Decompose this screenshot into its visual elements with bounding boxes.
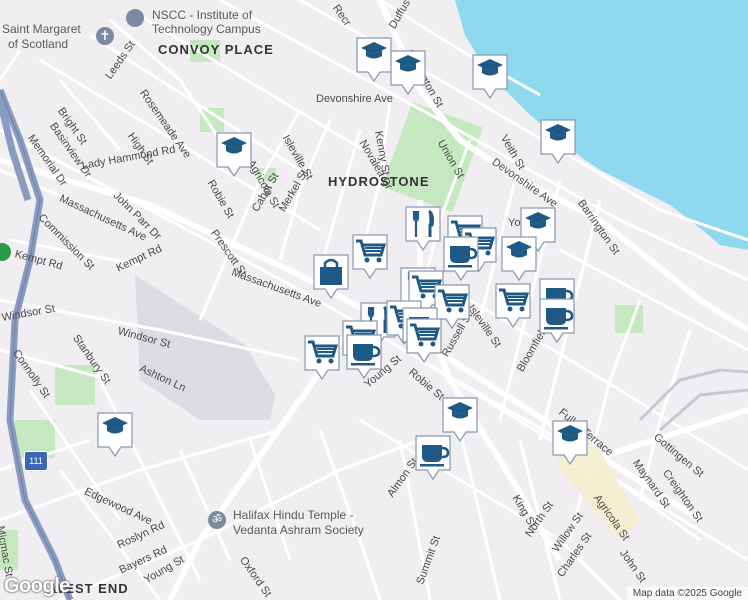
poi-label[interactable]: Saint Margaret <box>2 22 81 36</box>
map-marker[interactable] <box>470 52 510 100</box>
map-marker[interactable] <box>95 410 135 458</box>
map-canvas[interactable]: 111 CONVOY PLACE HYDROSTONE WEST END NSC… <box>0 0 748 600</box>
map-marker[interactable] <box>537 296 577 344</box>
map-marker[interactable] <box>404 316 444 364</box>
map-marker[interactable] <box>493 281 533 329</box>
poi-label[interactable]: Technology Campus <box>152 22 261 36</box>
street-label: Devonshire Ave <box>316 93 393 105</box>
poi-label[interactable]: of Scotland <box>8 37 68 51</box>
map-marker[interactable] <box>344 332 384 380</box>
highway-shield: 111 <box>24 451 48 471</box>
poi-label[interactable]: NSCC - Institute of <box>152 8 252 22</box>
church-icon: ✝ <box>96 27 114 45</box>
om-temple-icon: ॐ <box>208 511 226 529</box>
map-attribution[interactable]: Map data ©2025 Google <box>626 587 748 600</box>
map-marker[interactable] <box>388 48 428 96</box>
map-marker[interactable] <box>413 433 453 481</box>
district-label: CONVOY PLACE <box>158 42 274 57</box>
highway-111 <box>0 88 74 600</box>
map-marker[interactable] <box>311 252 351 300</box>
poi-label[interactable]: Halifax Hindu Temple - <box>233 508 354 522</box>
google-logo: Google <box>4 575 70 597</box>
map-badge <box>0 243 11 261</box>
highway-shield-label: 111 <box>29 456 43 466</box>
map-marker[interactable] <box>441 234 481 282</box>
map-marker[interactable] <box>550 418 590 466</box>
park-area <box>381 102 484 213</box>
map-marker[interactable] <box>350 232 390 280</box>
poi-label[interactable]: Vedanta Ashram Society <box>233 523 364 537</box>
map-marker[interactable] <box>403 204 443 252</box>
school-icon <box>126 9 144 27</box>
harbour-water <box>455 0 748 250</box>
map-marker[interactable] <box>499 234 539 282</box>
map-marker[interactable] <box>302 333 342 381</box>
map-marker[interactable] <box>214 130 254 178</box>
map-marker[interactable] <box>538 117 578 165</box>
